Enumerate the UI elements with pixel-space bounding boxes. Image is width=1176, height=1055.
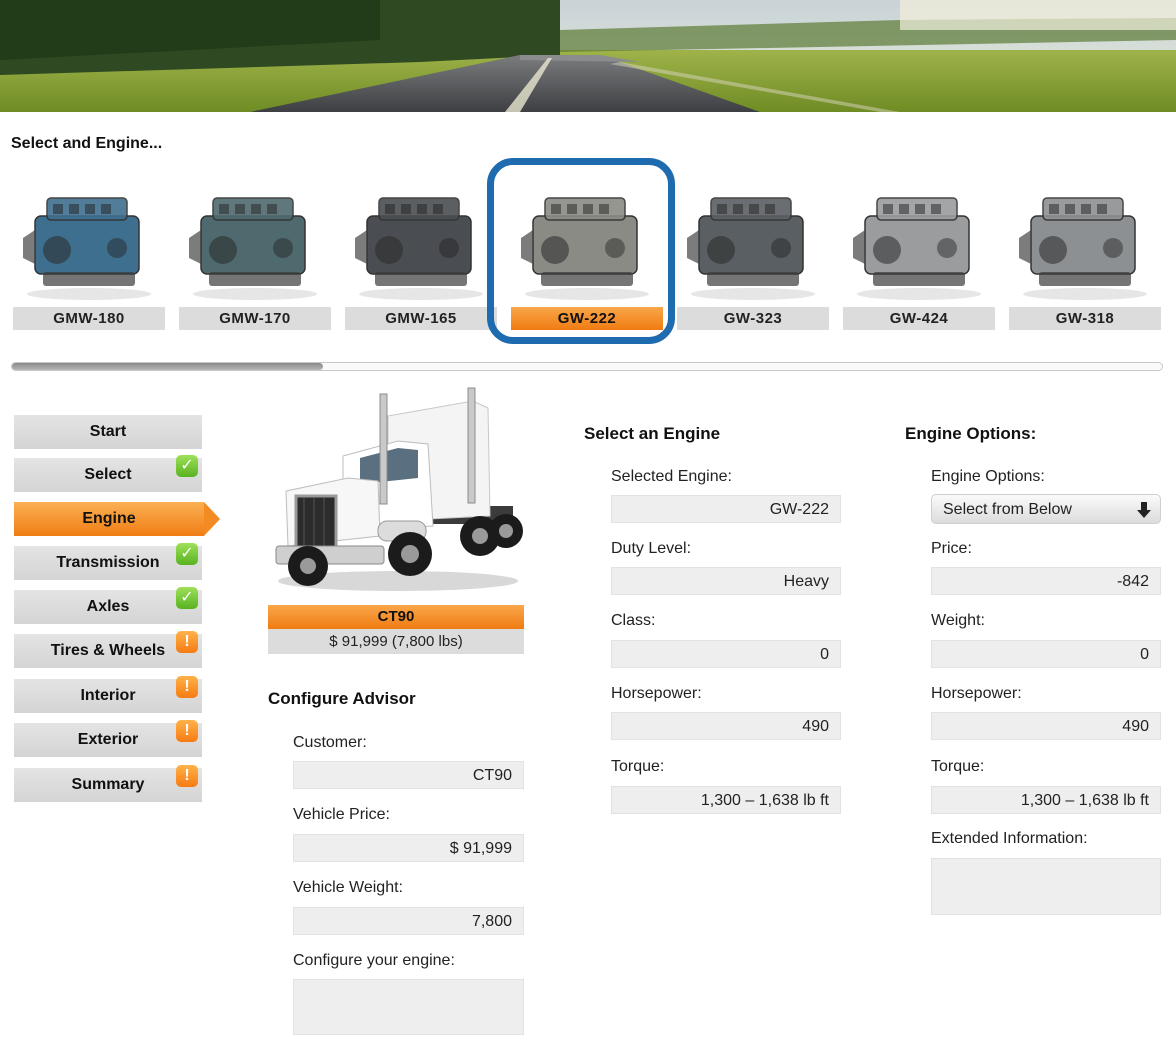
warning-icon: ! bbox=[176, 720, 198, 742]
customer-field[interactable]: CT90 bbox=[293, 761, 524, 789]
check-icon: ✓ bbox=[176, 587, 198, 609]
extended-info-field[interactable] bbox=[931, 858, 1161, 915]
extended-info-label: Extended Information: bbox=[931, 830, 1088, 847]
option-price-field[interactable]: -842 bbox=[931, 567, 1161, 595]
option-horsepower-label: Horsepower: bbox=[931, 685, 1022, 702]
engine-carousel-scrollbar[interactable] bbox=[11, 362, 1163, 371]
nav-item-start[interactable]: Start bbox=[14, 415, 202, 449]
engine-options-label: Engine Options: bbox=[931, 468, 1045, 485]
engine-card-gmw-165[interactable]: GMW-165 bbox=[345, 168, 497, 330]
nav-item-label: Start bbox=[89, 423, 127, 440]
warning-icon: ! bbox=[176, 765, 198, 787]
engine-image bbox=[1019, 197, 1147, 300]
option-weight-label: Weight: bbox=[931, 612, 985, 629]
option-price-label: Price: bbox=[931, 540, 972, 557]
class-field[interactable]: 0 bbox=[611, 640, 841, 668]
nav-item-engine[interactable]: Engine bbox=[14, 502, 220, 536]
engine-options-title: Engine Options: bbox=[905, 424, 1037, 443]
nav-item-label: Summary bbox=[71, 776, 145, 793]
nav-item-label: Interior bbox=[80, 687, 136, 704]
engine-options-dropdown[interactable]: Select from Below bbox=[931, 494, 1161, 524]
duty-level-label: Duty Level: bbox=[611, 540, 692, 557]
engine-image bbox=[23, 197, 151, 300]
duty-level-field[interactable]: Heavy bbox=[611, 567, 841, 595]
engine-image bbox=[687, 197, 815, 300]
truck-price-weight: $ 91,999 (7,800 lbs) bbox=[268, 629, 524, 654]
nav-item-label: Transmission bbox=[56, 554, 160, 571]
engine-card-label: GMW-165 bbox=[345, 307, 497, 330]
engine-card-gw-323[interactable]: GW-323 bbox=[677, 168, 829, 330]
nav-item-transmission[interactable]: Transmission ✓ bbox=[14, 543, 202, 580]
header-banner bbox=[0, 0, 1176, 112]
torque-field[interactable]: 1,300 – 1,638 lb ft bbox=[611, 786, 841, 814]
scrollbar-thumb[interactable] bbox=[12, 363, 323, 370]
vehicle-weight-label: Vehicle Weight: bbox=[293, 879, 403, 896]
engine-card-label: GW-222 bbox=[511, 307, 663, 330]
engine-card-gw-424[interactable]: GW-424 bbox=[843, 168, 995, 330]
arrow-down-icon bbox=[1137, 502, 1151, 518]
nav-item-summary[interactable]: Summary! bbox=[14, 765, 202, 802]
configure-advisor-title: Configure Advisor bbox=[268, 689, 416, 708]
engine-card-label: GW-318 bbox=[1009, 307, 1161, 330]
nav-item-label: Select bbox=[84, 466, 132, 483]
horsepower-label: Horsepower: bbox=[611, 685, 702, 702]
option-torque-field[interactable]: 1,300 – 1,638 lb ft bbox=[931, 786, 1161, 814]
selected-engine-label: Selected Engine: bbox=[611, 468, 732, 485]
warning-icon: ! bbox=[176, 676, 198, 698]
vehicle-price-field[interactable]: $ 91,999 bbox=[293, 834, 524, 862]
vehicle-weight-field[interactable]: 7,800 bbox=[293, 907, 524, 935]
nav-item-label: Exterior bbox=[77, 731, 139, 748]
truck-model-label: CT90 bbox=[268, 605, 524, 629]
engine-image bbox=[355, 197, 483, 300]
engine-card-label: GMW-180 bbox=[13, 307, 165, 330]
warning-icon: ! bbox=[176, 631, 198, 653]
nav-item-axles[interactable]: Axles ✓ bbox=[14, 587, 202, 624]
nav-item-label: Axles bbox=[86, 598, 130, 615]
dropdown-value: Select from Below bbox=[943, 501, 1072, 518]
select-engine-title: Select an Engine bbox=[584, 424, 721, 443]
nav-item-tires-wheels[interactable]: Tires & Wheels! bbox=[14, 631, 202, 668]
engine-card-gmw-180[interactable]: GMW-180 bbox=[13, 168, 165, 330]
nav-item-select[interactable]: Select ✓ bbox=[14, 455, 202, 492]
engine-card-gw-318[interactable]: GW-318 bbox=[1009, 168, 1161, 330]
customer-label: Customer: bbox=[293, 734, 367, 751]
engine-card-label: GMW-170 bbox=[179, 307, 331, 330]
option-horsepower-field[interactable]: 490 bbox=[931, 712, 1161, 740]
class-label: Class: bbox=[611, 612, 656, 629]
nav-item-label: Tires & Wheels bbox=[50, 642, 166, 659]
check-icon: ✓ bbox=[176, 543, 198, 565]
horsepower-field[interactable]: 490 bbox=[611, 712, 841, 740]
engine-card-gw-222[interactable]: GW-222 bbox=[511, 168, 663, 330]
nav-item-label: Engine bbox=[82, 510, 136, 527]
selected-engine-field[interactable]: GW-222 bbox=[611, 495, 841, 523]
truck-image bbox=[268, 386, 524, 601]
configure-engine-field[interactable] bbox=[293, 979, 524, 1035]
torque-label: Torque: bbox=[611, 758, 665, 775]
engine-card-label: GW-323 bbox=[677, 307, 829, 330]
engine-image bbox=[521, 197, 649, 300]
engine-card-gmw-170[interactable]: GMW-170 bbox=[179, 168, 331, 330]
vehicle-price-label: Vehicle Price: bbox=[293, 806, 390, 823]
nav-item-interior[interactable]: Interior! bbox=[14, 676, 202, 713]
option-torque-label: Torque: bbox=[931, 758, 985, 775]
engine-card-label: GW-424 bbox=[843, 307, 995, 330]
nav-item-exterior[interactable]: Exterior! bbox=[14, 720, 202, 757]
configure-engine-label: Configure your engine: bbox=[293, 952, 455, 969]
road-landscape-image bbox=[0, 0, 1176, 112]
engine-image bbox=[853, 197, 981, 300]
check-icon: ✓ bbox=[176, 455, 198, 477]
engine-selector-title: Select and Engine... bbox=[11, 135, 163, 152]
engine-image bbox=[189, 197, 317, 300]
option-weight-field[interactable]: 0 bbox=[931, 640, 1161, 668]
